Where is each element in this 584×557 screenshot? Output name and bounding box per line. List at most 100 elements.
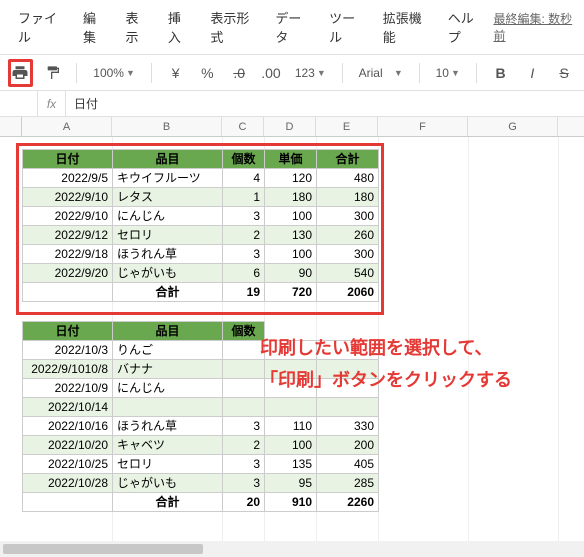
paint-format-button[interactable] bbox=[41, 59, 65, 87]
table-cell[interactable]: ほうれん草 bbox=[113, 417, 223, 436]
table-cell[interactable]: 3 bbox=[223, 417, 265, 436]
table-cell[interactable]: 4 bbox=[223, 169, 265, 188]
table-header[interactable]: 個数 bbox=[223, 322, 265, 341]
table-cell[interactable]: 2022/10/28 bbox=[23, 474, 113, 493]
table-footer-cell[interactable]: 合計 bbox=[113, 283, 223, 302]
table-cell[interactable]: 260 bbox=[317, 226, 379, 245]
grid-area[interactable]: 日付品目個数単価合計2022/9/5キウイフルーツ41204802022/9/1… bbox=[0, 137, 584, 557]
table-cell[interactable]: 480 bbox=[317, 169, 379, 188]
table-header[interactable]: 品目 bbox=[113, 322, 223, 341]
table-cell[interactable]: キウイフルーツ bbox=[113, 169, 223, 188]
table-cell[interactable]: セロリ bbox=[113, 226, 223, 245]
table-cell[interactable] bbox=[223, 341, 265, 360]
table-cell[interactable]: 200 bbox=[317, 436, 379, 455]
menu-item[interactable]: 表示形式 bbox=[200, 4, 265, 50]
menu-item[interactable]: ツール bbox=[319, 4, 373, 50]
table-cell[interactable]: 2022/9/10 bbox=[23, 188, 113, 207]
table-cell[interactable]: 405 bbox=[317, 455, 379, 474]
table-cell[interactable]: 2022/10/9 bbox=[23, 379, 113, 398]
table-footer-cell[interactable]: 2060 bbox=[317, 283, 379, 302]
table-cell[interactable]: 2022/9/1010/8 bbox=[23, 360, 113, 379]
table-cell[interactable]: ほうれん草 bbox=[113, 245, 223, 264]
column-header[interactable]: E bbox=[316, 117, 378, 136]
table-cell[interactable]: じゃがいも bbox=[113, 264, 223, 283]
table-cell[interactable]: 2022/10/20 bbox=[23, 436, 113, 455]
table-cell[interactable]: じゃがいも bbox=[113, 474, 223, 493]
table-footer-cell[interactable]: 720 bbox=[265, 283, 317, 302]
table-cell[interactable]: 540 bbox=[317, 264, 379, 283]
table-footer-cell[interactable] bbox=[23, 493, 113, 512]
table-cell[interactable] bbox=[223, 379, 265, 398]
table-cell[interactable]: 2022/10/25 bbox=[23, 455, 113, 474]
table-cell[interactable]: 2 bbox=[223, 436, 265, 455]
horizontal-scrollbar[interactable] bbox=[0, 541, 584, 557]
table-cell[interactable]: 3 bbox=[223, 474, 265, 493]
currency-button[interactable]: ¥ bbox=[164, 59, 188, 87]
table-cell[interactable]: りんご bbox=[113, 341, 223, 360]
column-header[interactable]: D bbox=[264, 117, 316, 136]
table-cell[interactable] bbox=[223, 398, 265, 417]
last-edit[interactable]: 最終編集: 数秒前 bbox=[493, 10, 576, 44]
table-footer-cell[interactable]: 910 bbox=[265, 493, 317, 512]
table-cell[interactable]: 100 bbox=[265, 207, 317, 226]
menu-item[interactable]: ファイル bbox=[8, 4, 73, 50]
table-cell[interactable]: 3 bbox=[223, 245, 265, 264]
table-cell[interactable]: 2022/9/5 bbox=[23, 169, 113, 188]
font-size-select[interactable]: 10▼ bbox=[432, 66, 464, 80]
table-cell[interactable]: 6 bbox=[223, 264, 265, 283]
table-cell[interactable]: 95 bbox=[265, 474, 317, 493]
table-cell[interactable]: 285 bbox=[317, 474, 379, 493]
table-cell[interactable] bbox=[113, 398, 223, 417]
table-cell[interactable]: 3 bbox=[223, 455, 265, 474]
increase-decimal-button[interactable]: .00 bbox=[259, 59, 283, 87]
table-cell[interactable]: 2022/10/16 bbox=[23, 417, 113, 436]
table-cell[interactable]: 90 bbox=[265, 264, 317, 283]
percent-button[interactable]: % bbox=[196, 59, 220, 87]
italic-button[interactable]: I bbox=[520, 59, 544, 87]
table-cell[interactable]: にんじん bbox=[113, 207, 223, 226]
decrease-decimal-button[interactable]: .0 bbox=[227, 59, 251, 87]
table-cell[interactable]: にんじん bbox=[113, 379, 223, 398]
table-header[interactable]: 単価 bbox=[265, 150, 317, 169]
column-header[interactable]: G bbox=[468, 117, 558, 136]
column-header[interactable]: F bbox=[378, 117, 468, 136]
table-cell[interactable]: 2022/10/3 bbox=[23, 341, 113, 360]
table-cell[interactable]: 2022/9/10 bbox=[23, 207, 113, 226]
print-button[interactable] bbox=[8, 59, 33, 87]
table-header[interactable]: 日付 bbox=[23, 322, 113, 341]
formula-input[interactable]: 日付 bbox=[66, 95, 106, 112]
bold-button[interactable]: B bbox=[489, 59, 513, 87]
table-header[interactable]: 合計 bbox=[317, 150, 379, 169]
table-cell[interactable]: 180 bbox=[265, 188, 317, 207]
table-cell[interactable]: セロリ bbox=[113, 455, 223, 474]
table-cell[interactable]: 180 bbox=[317, 188, 379, 207]
table-cell[interactable]: レタス bbox=[113, 188, 223, 207]
table-header[interactable]: 日付 bbox=[23, 150, 113, 169]
menu-item[interactable]: 編集 bbox=[73, 4, 115, 50]
name-box[interactable] bbox=[0, 91, 38, 116]
menu-item[interactable]: 拡張機能 bbox=[373, 4, 438, 50]
column-header[interactable]: B bbox=[112, 117, 222, 136]
table-cell[interactable]: 110 bbox=[265, 417, 317, 436]
table-cell[interactable]: 2022/9/18 bbox=[23, 245, 113, 264]
column-header[interactable]: C bbox=[222, 117, 264, 136]
table-footer-cell[interactable] bbox=[23, 283, 113, 302]
table-cell[interactable]: 300 bbox=[317, 245, 379, 264]
table-cell[interactable]: 3 bbox=[223, 207, 265, 226]
table-cell[interactable] bbox=[265, 398, 317, 417]
menu-item[interactable]: 表示 bbox=[115, 4, 157, 50]
format-select[interactable]: 123▼ bbox=[291, 66, 330, 80]
table-header[interactable]: 品目 bbox=[113, 150, 223, 169]
table-cell[interactable] bbox=[223, 360, 265, 379]
table-cell[interactable]: 330 bbox=[317, 417, 379, 436]
table-cell[interactable]: 100 bbox=[265, 436, 317, 455]
table-cell[interactable]: 2022/9/12 bbox=[23, 226, 113, 245]
table-cell[interactable]: 2022/10/14 bbox=[23, 398, 113, 417]
zoom-select[interactable]: 100%▼ bbox=[89, 66, 139, 80]
table-cell[interactable]: 2022/9/20 bbox=[23, 264, 113, 283]
table-cell[interactable]: バナナ bbox=[113, 360, 223, 379]
menu-item[interactable]: データ bbox=[265, 4, 319, 50]
table-cell[interactable]: 100 bbox=[265, 245, 317, 264]
scrollbar-thumb[interactable] bbox=[3, 544, 203, 554]
table-cell[interactable]: 130 bbox=[265, 226, 317, 245]
